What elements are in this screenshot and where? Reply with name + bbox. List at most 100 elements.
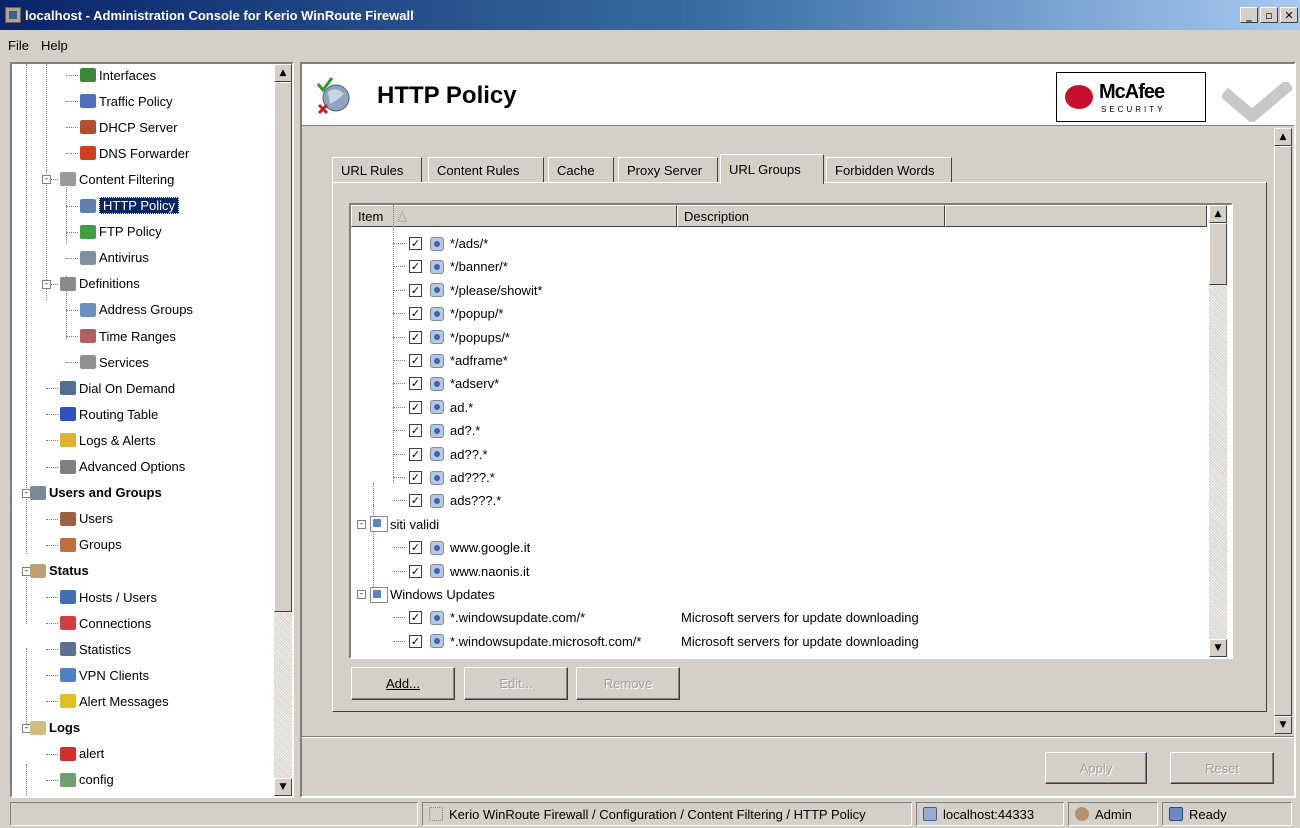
group-collapse-toggle[interactable]: - — [357, 519, 366, 529]
column-header-item[interactable]: Item △ — [351, 205, 677, 227]
url-group-node[interactable]: - Windows Updates — [357, 583, 495, 606]
tree-item-users[interactable]: Users — [60, 509, 113, 529]
enable-checkbox[interactable]: ✓ — [409, 377, 422, 391]
url-item-row[interactable]: ✓ ad??.* — [409, 443, 488, 466]
tree-item-http-policy[interactable]: HTTP Policy — [80, 196, 179, 216]
tree-item-config[interactable]: config — [60, 770, 114, 790]
url-item-row[interactable]: ✓ *adframe* — [409, 349, 508, 372]
url-item-row[interactable]: ✓ ad.* — [409, 396, 473, 419]
tree-item-time-ranges[interactable]: Time Ranges — [80, 326, 176, 346]
minimize-button[interactable]: _ — [1240, 7, 1258, 23]
url-item-row[interactable]: ✓ www.google.it — [409, 536, 530, 559]
enable-checkbox[interactable]: ✓ — [409, 634, 422, 648]
menu-file[interactable]: File — [8, 38, 29, 53]
url-item-row[interactable]: ✓ *.windowsupdate.com/* — [409, 606, 585, 629]
enable-checkbox[interactable]: ✓ — [409, 494, 422, 508]
panel-scroll-thumb[interactable] — [1274, 146, 1292, 716]
enable-checkbox[interactable]: ✓ — [409, 283, 422, 297]
tree-item-vpn-clients[interactable]: VPN Clients — [60, 665, 149, 685]
reset-button[interactable]: Reset — [1170, 752, 1274, 784]
tree-item-traffic-policy[interactable]: Traffic Policy — [80, 91, 173, 111]
tree-item-groups[interactable]: Groups — [60, 535, 122, 555]
enable-checkbox[interactable]: ✓ — [409, 471, 422, 484]
tree-item-dhcp-server[interactable]: DHCP Server — [80, 117, 178, 137]
url-item-row[interactable]: ✓ */please/showit* — [409, 279, 543, 302]
panel-scroll-up-button[interactable]: ▲ — [1274, 128, 1292, 146]
url-item-row[interactable]: ✓ *.windowsupdate.microsoft.com/* — [409, 630, 641, 653]
edit-button[interactable]: Edit... — [464, 667, 568, 700]
url-item-row[interactable]: ✓ *adserv* — [409, 372, 499, 395]
enable-checkbox[interactable]: ✓ — [409, 354, 422, 367]
maximize-button[interactable]: ▫ — [1260, 7, 1278, 23]
close-button[interactable]: ✕ — [1280, 7, 1298, 23]
tree-item-advanced-options[interactable]: Advanced Options — [60, 457, 185, 477]
menu-help[interactable]: Help — [41, 38, 68, 53]
url-item-row[interactable]: ✓ */popups/* — [409, 326, 510, 349]
tab-proxy-server[interactable]: Proxy Server — [618, 157, 718, 183]
list-scroll-thumb[interactable] — [1209, 223, 1227, 285]
tree-item-status[interactable]: Status — [30, 561, 89, 581]
url-icon — [430, 283, 444, 298]
tree-item-logs[interactable]: Logs — [30, 718, 80, 738]
tree-item-definitions[interactable]: Definitions — [60, 274, 140, 294]
tree-item-dial-on-demand[interactable]: Dial On Demand — [60, 378, 175, 398]
tab-forbidden-words[interactable]: Forbidden Words — [826, 157, 952, 183]
url-group-node[interactable]: - siti validi — [357, 513, 439, 536]
url-groups-list[interactable]: Item △ Description ✓ */ads/* ✓ */banner/* ✓ *… — [349, 203, 1233, 659]
url-item-row[interactable]: ✓ www.naonis.it — [409, 560, 529, 583]
enable-checkbox[interactable]: ✓ — [409, 400, 422, 414]
traffic-policy-icon — [80, 94, 96, 109]
list-scroll-down-button[interactable]: ▼ — [1209, 639, 1227, 657]
tree-item-alert-messages[interactable]: Alert Messages — [60, 691, 169, 711]
enable-checkbox[interactable]: ✓ — [409, 237, 422, 250]
tree-item-logs-alerts[interactable]: Logs & Alerts — [60, 430, 156, 450]
group-collapse-toggle[interactable]: - — [357, 590, 366, 599]
enable-checkbox[interactable]: ✓ — [409, 611, 422, 625]
url-item-row[interactable]: ✓ ad?.* — [409, 419, 480, 442]
panel-scroll-down-button[interactable]: ▼ — [1274, 716, 1292, 734]
enable-checkbox[interactable]: ✓ — [409, 260, 422, 274]
enable-checkbox[interactable]: ✓ — [409, 564, 422, 578]
tree-item-statistics[interactable]: Statistics — [60, 639, 131, 659]
url-item-row[interactable]: ✓ ad???.* — [409, 466, 495, 489]
tree-item-services[interactable]: Services — [80, 352, 149, 372]
tree-scroll-down-button[interactable]: ▼ — [274, 778, 292, 796]
tree-collapse-toggle[interactable]: - — [42, 175, 51, 185]
tab-url-groups[interactable]: URL Groups — [720, 154, 824, 184]
app-icon[interactable] — [5, 7, 21, 23]
tree-item-users-and-groups[interactable]: Users and Groups — [30, 483, 162, 503]
tree-item-dns-forwarder[interactable]: DNS Forwarder — [80, 143, 189, 163]
tree-collapse-toggle[interactable]: - — [42, 279, 51, 289]
tree-item-interfaces[interactable]: Interfaces — [80, 65, 156, 85]
enable-checkbox[interactable]: ✓ — [409, 424, 422, 438]
enable-checkbox[interactable]: ✓ — [409, 447, 422, 461]
status-icon — [30, 563, 46, 578]
url-item-row[interactable]: ✓ */popup/* — [409, 302, 504, 325]
apply-button[interactable]: Apply — [1045, 752, 1147, 784]
enable-checkbox[interactable]: ✓ — [409, 307, 422, 321]
tree-item-content-filtering[interactable]: Content Filtering — [60, 169, 174, 189]
url-item-row[interactable]: ✓ ads???.* — [409, 489, 501, 512]
list-scroll-up-button[interactable]: ▲ — [1209, 205, 1227, 223]
add-button[interactable]: Add... — [351, 667, 455, 700]
tree-item-alert[interactable]: alert — [60, 744, 104, 764]
url-item-row[interactable]: ✓ */banner/* — [409, 255, 508, 278]
enable-checkbox[interactable]: ✓ — [409, 541, 422, 555]
tab-cache[interactable]: Cache — [548, 157, 614, 183]
tree-item-antivirus[interactable]: Antivirus — [80, 248, 149, 268]
tree-item-hosts-users[interactable]: Hosts / Users — [60, 587, 157, 607]
tree-item-connections[interactable]: Connections — [60, 613, 151, 633]
column-header-description[interactable]: Description — [677, 205, 945, 227]
tab-content-rules[interactable]: Content Rules — [428, 157, 544, 183]
enable-checkbox[interactable]: ✓ — [409, 330, 422, 344]
tree-item-ftp-policy[interactable]: FTP Policy — [80, 222, 162, 242]
tree-scroll-up-button[interactable]: ▲ — [274, 64, 292, 82]
tab-url-rules[interactable]: URL Rules — [332, 157, 422, 183]
tree-item-routing-table[interactable]: Routing Table — [60, 404, 158, 424]
navigation-tree[interactable]: Interfaces Traffic Policy DHCP Server DNS F… — [10, 62, 294, 798]
tree-scroll-thumb[interactable] — [274, 82, 292, 612]
column-header-extra[interactable] — [945, 205, 1207, 227]
tree-item-address-groups[interactable]: Address Groups — [80, 300, 193, 320]
remove-button[interactable]: Remove — [576, 667, 680, 700]
url-item-row[interactable]: ✓ */ads/* — [409, 232, 488, 255]
